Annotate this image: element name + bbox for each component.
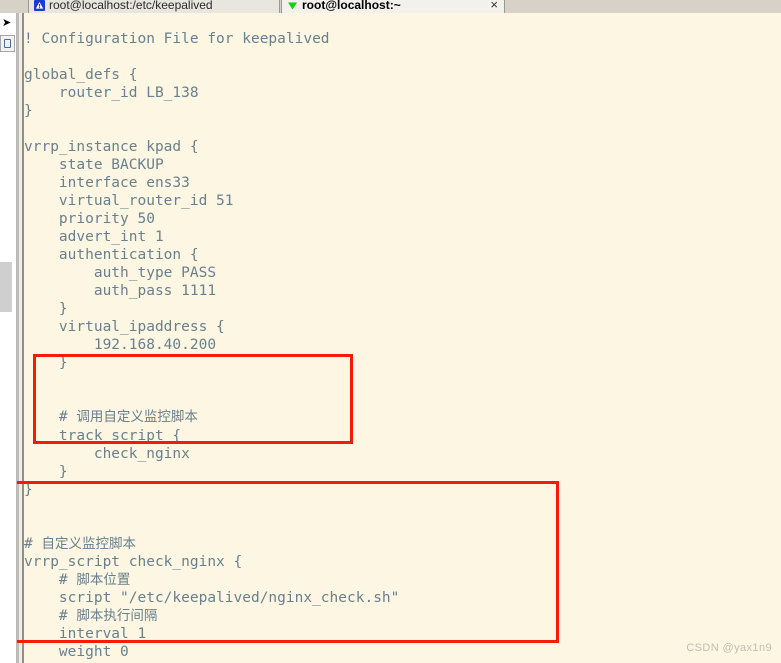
- code-line: router_id LB_138: [24, 84, 199, 101]
- keepalived-config-text: ! Configuration File for keepalived glob…: [24, 30, 399, 663]
- terminal-text-area[interactable]: ! Configuration File for keepalived glob…: [17, 13, 781, 663]
- code-line: virtual_ipaddress {: [24, 319, 225, 336]
- tab-label: root@localhost:/etc/keepalived: [49, 0, 213, 12]
- close-icon[interactable]: ×: [482, 0, 498, 12]
- vertical-scrollbar-thumb[interactable]: [0, 262, 12, 312]
- code-line: # 脚本执行间隔: [24, 608, 158, 624]
- code-line: auth_pass 1111: [24, 283, 217, 300]
- terminal-tab-bar: root@localhost:/etc/keepalived root@loca…: [0, 0, 781, 13]
- tab-root-etc-keepalived[interactable]: root@localhost:/etc/keepalived: [28, 0, 280, 13]
- code-line: }: [24, 355, 68, 372]
- code-line: global_defs {: [24, 66, 138, 83]
- blue-warning-icon: [34, 0, 45, 11]
- code-line: advert_int 1: [24, 229, 164, 246]
- code-line: weight 0: [24, 644, 129, 661]
- code-line: script "/etc/keepalived/nginx_check.sh": [24, 589, 400, 606]
- code-line: }: [24, 481, 33, 498]
- tab-root-home[interactable]: root@localhost:~ ×: [281, 0, 505, 13]
- code-line: # 脚本位置: [24, 571, 131, 588]
- code-line: # 调用自定义监控脚本: [24, 409, 198, 426]
- code-line: vrrp_script check_nginx {: [24, 553, 243, 570]
- green-triangle-icon: [287, 0, 298, 11]
- csdn-watermark: CSDN @yax1n9: [686, 642, 772, 654]
- gutter-toggle-glyph: [4, 39, 11, 48]
- code-line: vrrp_instance kpad {: [24, 138, 199, 155]
- left-scroll-gutter[interactable]: ➤: [0, 13, 17, 663]
- code-line: virtual_router_id 51: [24, 192, 234, 209]
- code-line: }: [24, 463, 68, 480]
- code-line: ! Configuration File for keepalived: [24, 30, 330, 47]
- code-line: interface ens33: [24, 174, 190, 191]
- code-line: interval 1: [24, 626, 147, 643]
- terminal-left-border: [17, 13, 24, 663]
- scroll-up-arrow-icon[interactable]: ➤: [2, 17, 12, 28]
- code-line: track_script {: [24, 427, 182, 444]
- code-line: 192.168.40.200: [24, 337, 217, 354]
- code-line: }: [24, 102, 33, 119]
- code-line: # 自定义监控脚本: [24, 535, 136, 552]
- code-line: priority 50: [24, 210, 155, 227]
- tab-label: root@localhost:~: [302, 0, 401, 12]
- code-line: auth_type PASS: [24, 265, 217, 282]
- gutter-toggle-button[interactable]: [0, 35, 15, 52]
- code-line: state BACKUP: [24, 156, 164, 173]
- code-line: authentication {: [24, 247, 199, 264]
- code-line: check_nginx: [24, 445, 190, 462]
- code-line: }: [24, 301, 68, 318]
